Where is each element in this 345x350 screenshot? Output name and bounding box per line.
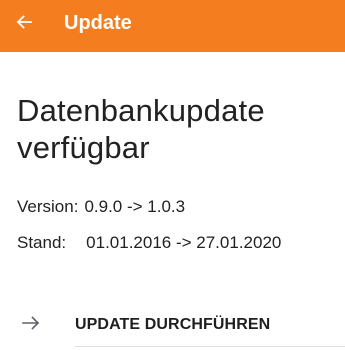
app-bar: Update — [0, 0, 345, 52]
app-bar-title: Update — [64, 12, 132, 34]
update-action-label: UPDATE DURCHFÜHREN — [75, 316, 271, 333]
update-action-button[interactable]: UPDATE DURCHFÜHREN — [0, 303, 345, 347]
divider — [75, 346, 345, 347]
stand-row: Stand: 01.01.2016 -> 27.01.2020 — [17, 233, 281, 253]
version-row: Version: 0.9.0 -> 1.0.3 — [17, 197, 185, 217]
arrow-right-icon — [22, 316, 40, 330]
version-value: 0.9.0 -> 1.0.3 — [84, 197, 186, 216]
version-label: Version: — [17, 197, 79, 216]
stand-value: 01.01.2016 -> 27.01.2020 — [86, 233, 282, 252]
arrow-left-icon[interactable] — [15, 13, 33, 31]
page-title-line-2: verfügbar — [17, 130, 150, 165]
stand-label: Stand: — [17, 233, 67, 252]
page-title: Datenbankupdate verfügbar — [17, 92, 337, 166]
page-title-line-1: Datenbankupdate — [17, 93, 265, 128]
